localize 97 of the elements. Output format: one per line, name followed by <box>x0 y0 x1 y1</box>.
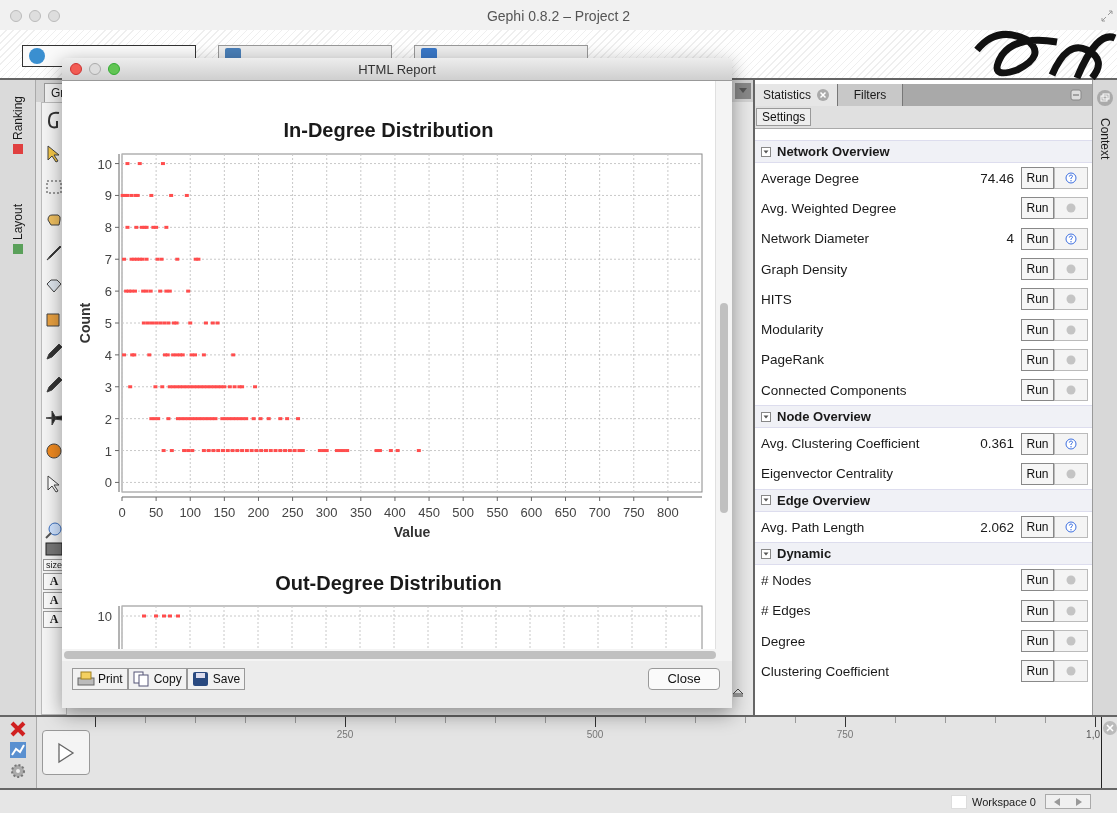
tick-label: 9 <box>104 188 112 204</box>
dialog-title: HTML Report <box>358 61 436 77</box>
tick-label: 600 <box>520 505 543 520</box>
section-header[interactable]: Network Overview <box>755 140 1092 163</box>
text-tool-button[interactable]: A <box>43 573 65 590</box>
run-button[interactable]: Run <box>1021 318 1054 341</box>
statistic-name: Graph Density <box>761 261 849 277</box>
tick-label: 700 <box>588 505 611 520</box>
tick-label: 7 <box>104 252 112 268</box>
tick-label: 3 <box>104 379 112 395</box>
tick-label: 550 <box>486 505 509 520</box>
text-tool-button[interactable]: A <box>43 611 65 628</box>
settings-button[interactable]: Settings <box>756 108 812 126</box>
report-action-button[interactable]: Save <box>186 667 246 690</box>
tick-label: 100 <box>179 505 202 520</box>
tick-label: 500 <box>452 505 475 520</box>
tick-label: 2 <box>104 411 112 427</box>
run-button[interactable]: Run <box>1021 660 1054 683</box>
tick-label: 0 <box>118 505 126 520</box>
tick-label: 10 <box>97 156 112 172</box>
run-button[interactable]: Run <box>1021 379 1054 402</box>
tick-label: 800 <box>657 505 679 520</box>
tick-label: 1 <box>104 443 112 459</box>
tick-label: 650 <box>554 505 577 520</box>
statistic-value: 0.361 <box>980 436 1014 451</box>
tick-label: 5 <box>104 316 112 331</box>
ruler-label: 500 <box>585 729 605 740</box>
ruler-label: 1,0 <box>1086 729 1100 740</box>
tick-label: 750 <box>622 505 645 520</box>
tick-label: 4 <box>104 347 112 363</box>
run-button[interactable]: Run <box>1021 227 1054 250</box>
statistic-name: Eigenvector Centrality <box>761 466 895 482</box>
tick-label: 400 <box>384 505 406 520</box>
ruler-label: 750 <box>835 729 855 740</box>
text-tool-button[interactable]: A <box>43 592 65 609</box>
section-header[interactable]: Edge Overview <box>755 488 1092 512</box>
run-button[interactable]: Run <box>1021 569 1054 592</box>
statistic-name: Average Degree <box>761 170 861 186</box>
section-title: Dynamic <box>777 546 832 562</box>
side-tab[interactable]: Ranking <box>10 96 25 141</box>
tick-label: 300 <box>315 505 338 520</box>
panel-tab[interactable]: Statistics <box>755 84 838 106</box>
statistic-name: Avg. Clustering Coefficient <box>761 436 921 451</box>
statistic-name: Clustering Coefficient <box>761 663 891 679</box>
window-title: Gephi 0.8.2 – Project 2 <box>486 8 631 24</box>
section-title: Network Overview <box>777 144 890 159</box>
ruler-label: 250 <box>335 729 355 740</box>
run-button[interactable]: Run <box>1021 462 1054 485</box>
statistic-name: Connected Components <box>761 382 908 398</box>
panel-tab[interactable]: Filters <box>838 84 903 106</box>
statistic-value: 2.062 <box>980 519 1014 535</box>
text-tool-button[interactable]: size <box>43 559 65 571</box>
chart-title: Out-Degree Distribution <box>274 572 503 596</box>
statistic-name: # Nodes <box>761 572 813 588</box>
section-title: Edge Overview <box>777 492 871 508</box>
run-button[interactable]: Run <box>1021 348 1054 371</box>
tick-label: 250 <box>281 505 304 520</box>
axis-title: Count <box>77 302 93 344</box>
tick-label: 6 <box>104 284 112 300</box>
tick-label: 150 <box>213 505 236 520</box>
statistic-name: Degree <box>761 633 807 649</box>
statistic-name: Avg. Weighted Degree <box>761 200 898 216</box>
statistic-name: # Edges <box>761 603 812 619</box>
timeline-ruler[interactable]: 250 500 750 1,0 <box>95 717 1102 788</box>
run-button[interactable]: Run <box>1021 516 1054 539</box>
report-action-button[interactable]: Copy <box>127 667 187 690</box>
chart-title: In-Degree Distribution <box>282 119 495 143</box>
tick-label: 10 <box>97 609 112 624</box>
tick-label: 200 <box>247 505 270 520</box>
close-button[interactable]: Close <box>648 667 720 690</box>
run-button[interactable]: Run <box>1021 432 1054 455</box>
statistic-name: PageRank <box>761 352 826 368</box>
tick-label: 350 <box>349 505 372 520</box>
workspace-label: Workspace 0 <box>972 795 1036 808</box>
axis-title: Value <box>393 524 431 540</box>
tick-label: 50 <box>148 505 164 520</box>
statistic-name: Modularity <box>761 322 825 338</box>
statistic-name: Avg. Path Length <box>761 519 866 535</box>
run-button[interactable]: Run <box>1021 288 1054 311</box>
statistic-name: HITS <box>761 291 793 307</box>
run-button[interactable]: Run <box>1021 197 1054 220</box>
run-button[interactable]: Run <box>1021 599 1054 622</box>
side-tab[interactable]: Context <box>1098 118 1112 160</box>
tick-label: 450 <box>418 505 440 520</box>
section-header[interactable]: Node Overview <box>755 405 1092 429</box>
section-title: Node Overview <box>777 409 871 425</box>
run-button[interactable]: Run <box>1021 630 1054 652</box>
tick-label: 0 <box>104 475 112 491</box>
run-button[interactable]: Run <box>1021 258 1054 281</box>
tick-label: 8 <box>104 220 112 236</box>
statistic-value: 74.46 <box>980 170 1014 186</box>
statistic-value: 4 <box>1006 231 1014 247</box>
side-tab[interactable]: Layout <box>10 204 25 241</box>
section-header[interactable]: Dynamic <box>755 542 1092 566</box>
report-action-button[interactable]: Print <box>72 667 128 690</box>
run-button[interactable]: Run <box>1021 167 1054 190</box>
statistic-name: Network Diameter <box>761 231 871 247</box>
